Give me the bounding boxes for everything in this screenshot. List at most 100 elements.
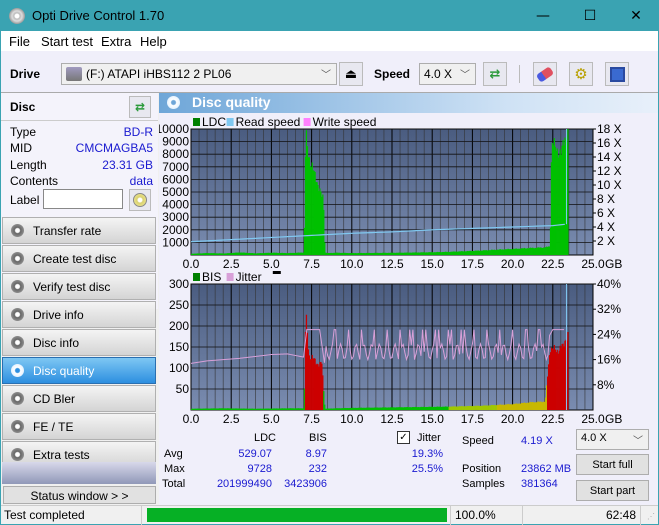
y-right-tick-label: 8 X: [597, 192, 615, 206]
disc-test-icon: [11, 392, 24, 405]
x-axis-unit: GB: [605, 412, 622, 426]
eraser-icon: [535, 65, 555, 83]
disc-panel-header: Disc ⇄: [1, 93, 158, 121]
y-tick-label: 1000: [162, 235, 189, 249]
avg-label: Avg: [164, 448, 183, 460]
y-right-tick-label: 14 X: [597, 150, 622, 164]
menu-file[interactable]: File: [9, 34, 30, 49]
erase-button[interactable]: [533, 62, 557, 86]
disc-quality-icon: [167, 96, 180, 109]
refresh-arrows-icon: ⇄: [134, 100, 146, 114]
minimize-button[interactable]: —: [520, 1, 566, 31]
x-tick-label: 12.5: [380, 412, 404, 426]
legend-label: LDC: [202, 115, 226, 129]
y-right-tick-label: 40%: [597, 277, 621, 291]
legend-label: Read speed: [236, 115, 301, 129]
max-jitter: 25.5%: [411, 463, 443, 475]
y-tick-label: 2000: [162, 223, 189, 237]
eject-icon: ⏏: [344, 66, 358, 82]
total-ldc: 201999490: [216, 478, 272, 490]
label-disc-button[interactable]: [129, 189, 151, 211]
sidebar: Disc ⇄ Type BD-R MID CMCMAGBA5 Length 23.31…: [1, 93, 158, 505]
menu-help[interactable]: Help: [140, 34, 167, 49]
start-full-button[interactable]: Start full: [576, 454, 649, 475]
nav-cd-bler[interactable]: CD Bler: [2, 385, 156, 412]
position-label: Position: [462, 463, 502, 475]
total-label: Total: [162, 478, 186, 490]
title-bar: Opti Drive Control 1.70 — ☐ ✕: [1, 1, 658, 31]
x-tick-label: 2.5: [223, 412, 240, 426]
y-right-tick-label: 8%: [597, 378, 615, 392]
samples-value: 381364: [521, 478, 558, 490]
save-button[interactable]: [605, 62, 629, 86]
y-right-tick-label: 16%: [597, 353, 621, 367]
chevron-down-icon: ﹀: [321, 70, 331, 81]
nav-verify-test-disc[interactable]: Verify test disc: [2, 273, 156, 300]
menu-extra[interactable]: Extra: [101, 34, 131, 49]
status-window-button[interactable]: Status window > >: [3, 486, 156, 504]
app-disc-icon: [9, 8, 25, 24]
legend-swatch: [226, 273, 234, 281]
x-tick-label: 0.0: [183, 412, 200, 426]
drive-icon: [66, 67, 82, 81]
settings-button[interactable]: ⚙: [569, 62, 593, 86]
toolbar-divider: [519, 65, 520, 83]
label-key: Label: [10, 193, 40, 207]
refresh-button[interactable]: ⇄: [483, 62, 507, 86]
menu-start-test[interactable]: Start test: [41, 34, 93, 49]
position-value: 23862 MB: [521, 463, 572, 475]
speed-select[interactable]: 4.0 X ﹀: [419, 63, 476, 85]
ldc-chart: 1000200030004000500060007000800090001000…: [159, 115, 622, 271]
start-part-button[interactable]: Start part: [576, 480, 649, 501]
x-tick-label: 5.0: [263, 412, 280, 426]
max-bis: 232: [308, 463, 327, 475]
panel-title: Disc quality: [192, 94, 271, 110]
nav-create-test-disc[interactable]: Create test disc: [2, 245, 156, 272]
x-tick-label: 10.0: [340, 412, 364, 426]
progress-fill: [147, 508, 447, 522]
nav-spacer: [2, 462, 156, 484]
chevron-down-icon: ﹀: [633, 436, 643, 447]
test-speed-select[interactable]: 4.0 X ﹀: [576, 429, 649, 450]
resize-grip-icon[interactable]: ⋰: [647, 512, 655, 521]
legend-label: BIS: [202, 270, 221, 284]
disc-refresh-button[interactable]: ⇄: [129, 96, 151, 118]
y-tick-label: 4000: [162, 198, 189, 212]
avg-bis: 8.97: [305, 448, 327, 460]
y-right-tick-label: 12 X: [597, 164, 622, 178]
y-right-tick-label: 18 X: [597, 122, 622, 136]
test-speed-value: 4.0 X: [581, 432, 607, 444]
drive-select[interactable]: (F:) ATAPI iHBS112 2 PL06 ﹀: [61, 63, 337, 85]
col-ldc-header: LDC: [254, 432, 277, 444]
y-tick-label: 150: [169, 340, 189, 354]
nav-label: Disc quality: [33, 364, 95, 378]
x-tick-label: 17.5: [461, 412, 485, 426]
status-text: Test completed: [4, 508, 85, 522]
legend-swatch: [226, 118, 234, 126]
nav-disc-quality[interactable]: Disc quality: [2, 357, 156, 384]
legend-marker: [272, 271, 281, 274]
disc-test-icon: [11, 280, 24, 293]
samples-label: Samples: [462, 478, 505, 490]
nav-fe-te[interactable]: FE / TE: [2, 413, 156, 440]
progress-bar: [143, 506, 451, 525]
jitter-checkbox[interactable]: ✓: [397, 431, 410, 444]
legend-swatch: [193, 118, 200, 126]
maximize-button[interactable]: ☐: [567, 1, 613, 31]
eject-button[interactable]: ⏏: [339, 62, 363, 86]
disc-test-icon: [11, 364, 24, 377]
bis-jitter-chart: 50 100 150 200 250 300 8% 16% 24% 32% 40% 0.0 2.5 5.0…: [169, 270, 622, 426]
close-button[interactable]: ✕: [613, 1, 659, 31]
label-input[interactable]: [43, 189, 123, 209]
legend-swatch: [193, 273, 200, 281]
nav-label: CD Bler: [33, 392, 76, 406]
nav-drive-info[interactable]: Drive info: [2, 301, 156, 328]
menu-bar: File Start test Extra Help: [1, 31, 658, 51]
disc-test-icon: [11, 420, 24, 433]
speed-label: Speed: [374, 67, 411, 81]
col-bis-header: BIS: [309, 432, 327, 444]
nav-label: Extra tests: [33, 448, 90, 462]
disc-test-icon: [11, 308, 24, 321]
nav-transfer-rate[interactable]: Transfer rate: [2, 217, 156, 244]
nav-disc-info[interactable]: Disc info: [2, 329, 156, 356]
